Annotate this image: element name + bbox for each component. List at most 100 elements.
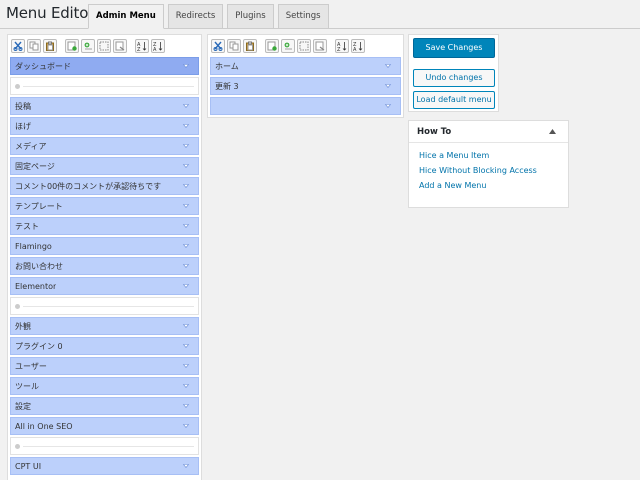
- expand-triangle-icon[interactable]: [384, 62, 392, 70]
- left-toolbar-new-menu-button[interactable]: [65, 39, 79, 53]
- expand-triangle-icon[interactable]: [182, 402, 190, 410]
- menu-item[interactable]: コメント00件のコメントが承認待ちです: [10, 177, 199, 195]
- load-default-menu-button[interactable]: Load default menu: [413, 91, 495, 109]
- expand-triangle-icon[interactable]: [182, 382, 190, 390]
- how-to-link-hide-without-blocking[interactable]: Hice Without Blocking Access: [419, 166, 568, 175]
- undo-changes-button[interactable]: Undo changes: [413, 69, 495, 87]
- menu-item[interactable]: 設定: [10, 397, 199, 415]
- separator-dot-icon: [15, 444, 20, 449]
- hide-icon: [99, 41, 109, 51]
- menu-separator[interactable]: [10, 437, 199, 455]
- tab-plugins[interactable]: Plugins: [227, 4, 274, 28]
- expand-triangle-icon[interactable]: [182, 282, 190, 290]
- how-to-header[interactable]: How To: [409, 121, 568, 143]
- right-toolbar-copy-button[interactable]: [227, 39, 241, 53]
- expand-triangle-icon[interactable]: [182, 342, 190, 350]
- right-toolbar-sort-asc-button[interactable]: AZ: [335, 39, 349, 53]
- submenu-list: ホーム更新 3: [208, 57, 403, 115]
- left-toolbar-cut-button[interactable]: [11, 39, 25, 53]
- menu-separator[interactable]: [10, 77, 199, 95]
- expand-triangle-icon[interactable]: [182, 202, 190, 210]
- menu-item[interactable]: ユーザー: [10, 357, 199, 375]
- save-changes-button[interactable]: Save Changes: [413, 38, 495, 58]
- expand-triangle-icon[interactable]: [182, 122, 190, 130]
- menu-item[interactable]: メディア: [10, 137, 199, 155]
- menu-item-label: プラグイン 0: [15, 341, 63, 351]
- left-toolbar-delete-button[interactable]: [113, 39, 127, 53]
- menu-item-label: ツール: [15, 381, 39, 391]
- cut-icon: [13, 41, 23, 51]
- menu-item[interactable]: 更新 3: [210, 77, 401, 95]
- menu-item-label: 設定: [15, 401, 31, 411]
- menu-item[interactable]: テンプレート: [10, 197, 199, 215]
- menu-item[interactable]: お問い合わせ: [10, 257, 199, 275]
- menu-separator[interactable]: [10, 297, 199, 315]
- right-toolbar-sort-desc-button[interactable]: ZA: [351, 39, 365, 53]
- tab-redirects[interactable]: Redirects: [167, 4, 224, 28]
- separator-line: [23, 86, 194, 87]
- expand-triangle-icon[interactable]: [182, 462, 190, 470]
- expand-triangle-icon[interactable]: [182, 62, 190, 70]
- menu-item[interactable]: 固定ページ: [10, 157, 199, 175]
- menu-item[interactable]: ツール: [10, 377, 199, 395]
- expand-triangle-icon[interactable]: [182, 242, 190, 250]
- left-toolbar-sort-asc-button[interactable]: AZ: [135, 39, 149, 53]
- right-toolbar-cut-button[interactable]: [211, 39, 225, 53]
- copy-icon: [229, 41, 239, 51]
- left-toolbar-hide-button[interactable]: [97, 39, 111, 53]
- expand-triangle-icon[interactable]: [182, 222, 190, 230]
- menu-item-label: Flamingo: [15, 241, 52, 251]
- menu-item[interactable]: 外観: [10, 317, 199, 335]
- left-toolbar-paste-button[interactable]: [43, 39, 57, 53]
- expand-triangle-icon[interactable]: [384, 82, 392, 90]
- right-toolbar-paste-button[interactable]: [243, 39, 257, 53]
- how-to-link-add-new-menu[interactable]: Add a New Menu: [419, 181, 568, 190]
- left-toolbar-new-separator-button[interactable]: [81, 39, 95, 53]
- svg-text:Z: Z: [337, 47, 341, 51]
- expand-triangle-icon[interactable]: [182, 322, 190, 330]
- how-to-box: How To Hice a Menu Item Hice Without Blo…: [408, 120, 569, 208]
- menu-item[interactable]: CPT UI: [10, 457, 199, 475]
- expand-triangle-icon[interactable]: [182, 162, 190, 170]
- new-separator-icon: [84, 42, 92, 50]
- expand-triangle-icon[interactable]: [384, 102, 392, 110]
- tab-admin-menu[interactable]: Admin Menu: [88, 4, 164, 29]
- svg-text:A: A: [153, 47, 157, 51]
- menu-item[interactable]: Flamingo: [10, 237, 199, 255]
- expand-triangle-icon[interactable]: [182, 262, 190, 270]
- menu-item[interactable]: Elementor: [10, 277, 199, 295]
- copy-icon: [29, 41, 39, 51]
- expand-triangle-icon[interactable]: [182, 142, 190, 150]
- left-toolbar-sort-desc-button[interactable]: ZA: [151, 39, 165, 53]
- menu-item-label: ほげ: [15, 121, 31, 131]
- menu-item[interactable]: 投稿: [10, 97, 199, 115]
- left-toolbar: AZZA: [8, 35, 201, 57]
- separator-line: [23, 446, 194, 447]
- svg-text:Z: Z: [137, 47, 141, 51]
- expand-triangle-icon[interactable]: [182, 422, 190, 430]
- expand-triangle-icon[interactable]: [182, 102, 190, 110]
- expand-triangle-icon[interactable]: [182, 362, 190, 370]
- menu-item[interactable]: ほげ: [10, 117, 199, 135]
- top-level-menu-panel: AZZA ダッシュボード 投稿 ほげ メディア 固定ページ コメント00件のコメントが承認…: [7, 34, 202, 480]
- top-level-menu-list: ダッシュボード 投稿ほげメディア固定ページコメント00件のコメントが承認待ちですテ…: [8, 57, 201, 475]
- right-toolbar-new-menu-button[interactable]: [265, 39, 279, 53]
- new-menu-icon: [267, 41, 277, 51]
- right-toolbar-delete-button[interactable]: [313, 39, 327, 53]
- left-toolbar-copy-button[interactable]: [27, 39, 41, 53]
- how-to-link-hide-menu-item[interactable]: Hice a Menu Item: [419, 151, 568, 160]
- menu-item-label: 固定ページ: [15, 161, 55, 171]
- menu-item[interactable]: テスト: [10, 217, 199, 235]
- right-toolbar-new-separator-button[interactable]: [281, 39, 295, 53]
- menu-item[interactable]: [210, 97, 401, 115]
- expand-triangle-icon[interactable]: [182, 182, 190, 190]
- delete-icon: [315, 41, 325, 51]
- tab-settings[interactable]: Settings: [277, 4, 329, 28]
- menu-item[interactable]: ホーム: [210, 57, 401, 75]
- menu-item[interactable]: All in One SEO: [10, 417, 199, 435]
- menu-item[interactable]: ダッシュボード: [10, 57, 199, 75]
- menu-item[interactable]: プラグイン 0: [10, 337, 199, 355]
- right-toolbar-hide-button[interactable]: [297, 39, 311, 53]
- paste-icon: [246, 41, 254, 51]
- collapse-triangle-icon[interactable]: [549, 129, 556, 134]
